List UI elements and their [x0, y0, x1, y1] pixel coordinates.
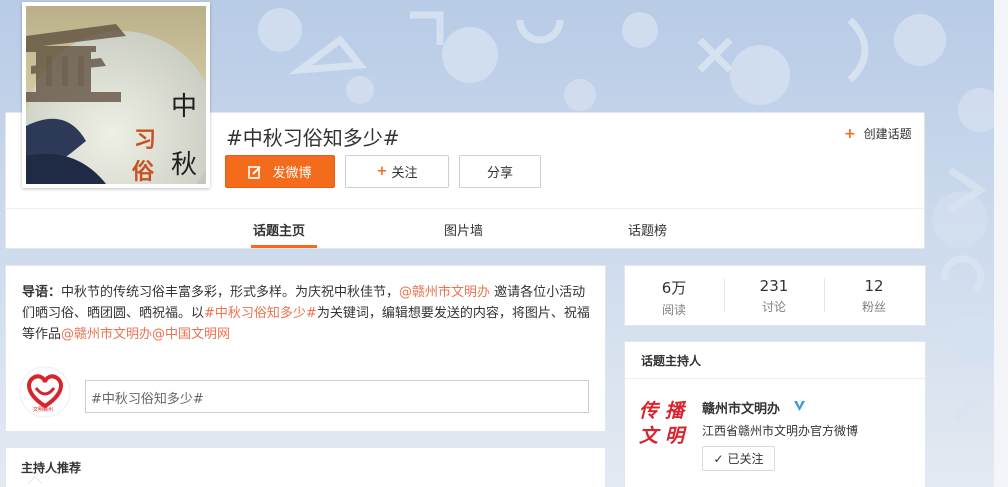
- avatar-caption: 文明赣州: [33, 407, 54, 413]
- topic-title: #中秋习俗知多少#: [226, 126, 400, 150]
- cover-glyph-qiu: 秋: [171, 150, 198, 180]
- stat-fans-value: 12: [864, 277, 884, 295]
- topic-host-title: 话题主持人: [641, 354, 702, 368]
- stat-fans-label: 粉丝: [861, 300, 886, 314]
- edit-icon: [248, 165, 262, 179]
- stat-reads-label: 阅读: [661, 303, 686, 317]
- stat-discussions-value: 231: [759, 277, 789, 295]
- host-logo-glyph: 文: [639, 425, 659, 447]
- tab-image-wall[interactable]: 图片墙: [444, 220, 483, 239]
- mention-link[interactable]: @赣州市文明办: [399, 285, 490, 300]
- topic-post-input[interactable]: #中秋习俗知多少#: [85, 380, 589, 413]
- topic-link[interactable]: #中秋习俗知多少#: [204, 306, 317, 321]
- post-weibo-label: 发微博: [272, 166, 312, 181]
- intro-text-1: 中秋节的传统习俗丰富多彩，形式多样。为庆祝中秋佳节，: [61, 285, 400, 300]
- avatar[interactable]: 文明赣州: [19, 366, 71, 418]
- host-recommend-title: 主持人推荐: [21, 461, 82, 475]
- share-button[interactable]: 分享: [459, 155, 541, 188]
- host-description: 江西省赣州市文明办官方微博: [702, 424, 859, 438]
- plus-icon: +: [844, 126, 856, 142]
- share-label: 分享: [486, 166, 513, 181]
- tab-topic-home[interactable]: 话题主页: [253, 220, 305, 239]
- cover-glyph-zhong: 中: [171, 92, 198, 122]
- topic-cover-image: 中 秋 习 俗: [22, 2, 210, 188]
- stat-reads-value: 6万: [661, 279, 687, 297]
- create-topic-label: 创建话题: [863, 127, 912, 141]
- cover-glyph-su: 俗: [132, 159, 155, 185]
- check-icon: ✓: [713, 451, 724, 466]
- followed-label: 已关注: [727, 452, 764, 466]
- cover-glyph-xi: 习: [134, 127, 157, 153]
- host-logo-glyph: 明: [665, 425, 685, 447]
- stat-discussions: 231 讨论: [724, 277, 824, 315]
- follow-label: 关注: [391, 166, 418, 181]
- intro-lead: 导语：: [22, 285, 62, 300]
- mention-link[interactable]: @赣州市文明办: [61, 327, 152, 342]
- host-logo-glyph: 传: [639, 400, 659, 422]
- host-divider: [625, 378, 925, 379]
- stat-reads: 6万 阅读: [624, 277, 724, 318]
- follow-button[interactable]: + 关注: [345, 155, 449, 188]
- host-logo-glyph: 播: [665, 400, 685, 422]
- stat-discussions-label: 讨论: [761, 300, 786, 314]
- post-weibo-button[interactable]: 发微博: [225, 155, 335, 188]
- active-tab-indicator: [251, 245, 317, 248]
- host-name-link[interactable]: 赣州市文明办: [702, 398, 780, 417]
- verified-icon: [794, 401, 805, 411]
- host-avatar[interactable]: 传 播 文 明: [639, 396, 691, 447]
- host-recommend-card: [5, 447, 606, 487]
- plus-icon: +: [376, 164, 388, 179]
- mention-link[interactable]: @中国文明网: [152, 327, 230, 342]
- intro-text: 导语：中秋节的传统习俗丰富多彩，形式多样。为庆祝中秋佳节，@赣州市文明办 邀请各…: [22, 282, 592, 345]
- stat-fans: 12 粉丝: [824, 277, 924, 315]
- tab-topic-rank[interactable]: 话题榜: [628, 220, 667, 239]
- create-topic-link[interactable]: + 创建话题: [844, 125, 912, 142]
- page-right-edge: [994, 0, 1008, 487]
- tab-divider: [5, 208, 925, 209]
- followed-button[interactable]: ✓ 已关注: [702, 446, 775, 471]
